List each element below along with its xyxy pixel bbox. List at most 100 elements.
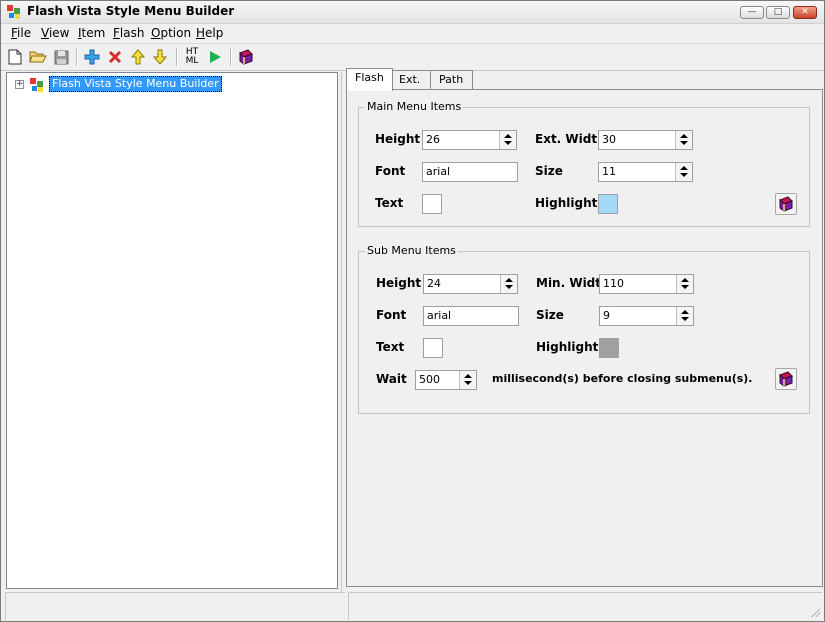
spin-down-icon bbox=[681, 285, 689, 289]
main-size-spinner[interactable]: 11 bbox=[598, 162, 693, 182]
main-height-spinner[interactable]: 26 bbox=[422, 130, 517, 150]
title-bar: Flash Vista Style Menu Builder — □ ✕ bbox=[1, 1, 824, 24]
window-title: Flash Vista Style Menu Builder bbox=[27, 4, 235, 18]
main-menu-help-button[interactable] bbox=[775, 193, 797, 215]
play-icon bbox=[210, 51, 221, 63]
spin-up-icon bbox=[505, 278, 513, 282]
wait-suffix-text: millisecond(s) before closing submenu(s)… bbox=[492, 372, 753, 385]
spin-up-icon bbox=[680, 134, 688, 138]
menu-help-label: elp bbox=[205, 26, 224, 40]
sub-text-color-swatch[interactable] bbox=[423, 338, 443, 358]
main-ext-width-spin-buttons[interactable] bbox=[675, 131, 692, 149]
sub-size-spinner[interactable]: 9 bbox=[599, 306, 694, 326]
main-height-spin-buttons[interactable] bbox=[499, 131, 516, 149]
wait-label: Wait bbox=[376, 372, 407, 386]
menu-flash-label: lash bbox=[119, 26, 145, 40]
add-plus-icon bbox=[84, 49, 100, 65]
sub-text-label: Text bbox=[376, 340, 405, 354]
menu-root-icon bbox=[30, 78, 43, 92]
close-button[interactable]: ✕ bbox=[793, 6, 817, 19]
sub-font-label: Font bbox=[376, 308, 407, 322]
resize-grip-icon[interactable] bbox=[810, 607, 820, 617]
delete-item-button[interactable] bbox=[105, 47, 125, 67]
sub-highlight-color-swatch[interactable] bbox=[599, 338, 619, 358]
sub-menu-help-button[interactable] bbox=[775, 368, 797, 390]
menu-bar: File View Item Flash Option Help bbox=[1, 24, 824, 42]
tab-ext[interactable]: Ext. bbox=[390, 70, 431, 90]
main-ext-width-value: 30 bbox=[602, 133, 616, 146]
help-book-button[interactable] bbox=[236, 47, 256, 67]
sub-size-value: 9 bbox=[603, 309, 610, 322]
main-text-color-swatch[interactable] bbox=[422, 194, 442, 214]
tree-root-node[interactable]: Flash Vista Style Menu Builder bbox=[49, 76, 222, 92]
sub-height-spin-buttons[interactable] bbox=[500, 275, 517, 293]
sub-height-label: Height bbox=[376, 276, 422, 290]
save-button[interactable] bbox=[51, 47, 71, 67]
wait-spinner[interactable]: 500 bbox=[415, 370, 477, 390]
help-book-icon bbox=[779, 371, 793, 387]
sub-height-spinner[interactable]: 24 bbox=[423, 274, 518, 294]
app-logo-icon bbox=[7, 5, 20, 19]
main-size-spin-buttons[interactable] bbox=[675, 163, 692, 181]
menu-view-label: iew bbox=[48, 26, 70, 40]
spin-up-icon bbox=[504, 134, 512, 138]
spin-up-icon bbox=[681, 278, 689, 282]
new-button[interactable] bbox=[5, 47, 25, 67]
open-folder-icon bbox=[29, 51, 47, 63]
toolbar: HT ML bbox=[1, 43, 824, 71]
menu-item[interactable]: Item bbox=[78, 26, 105, 40]
export-html-button[interactable]: HT ML bbox=[182, 47, 202, 67]
spin-up-icon bbox=[681, 310, 689, 314]
main-size-label: Size bbox=[535, 164, 563, 178]
spin-down-icon bbox=[680, 173, 688, 177]
menu-file[interactable]: File bbox=[11, 26, 31, 40]
menu-flash[interactable]: Flash bbox=[113, 26, 144, 40]
tree-expand-toggle[interactable]: + bbox=[15, 80, 24, 89]
menu-option[interactable]: Option bbox=[151, 26, 191, 40]
menu-view-accel: V bbox=[41, 26, 49, 40]
sub-min-width-spinner[interactable]: 110 bbox=[599, 274, 694, 294]
main-menu-group-title: Main Menu Items bbox=[365, 100, 464, 113]
menu-help-accel: H bbox=[196, 26, 206, 40]
status-bar bbox=[1, 592, 824, 621]
tab-path[interactable]: Path bbox=[430, 70, 473, 90]
main-menu-group: Main Menu Items Height 26 Ext. Width 30 … bbox=[358, 100, 810, 227]
spin-down-icon bbox=[504, 141, 512, 145]
main-ext-width-spinner[interactable]: 30 bbox=[598, 130, 693, 150]
sub-highlight-label: Highlight bbox=[536, 340, 599, 354]
toolbar-separator bbox=[176, 48, 178, 66]
menu-flash-accel: F bbox=[113, 26, 120, 40]
app-window: Flash Vista Style Menu Builder — □ ✕ Fil… bbox=[0, 0, 825, 622]
menu-help[interactable]: Help bbox=[196, 26, 223, 40]
help-book-icon bbox=[779, 196, 793, 212]
main-highlight-color-swatch[interactable] bbox=[598, 194, 618, 214]
move-up-button[interactable] bbox=[128, 47, 148, 67]
maximize-button[interactable]: □ bbox=[766, 6, 790, 19]
preview-button[interactable] bbox=[205, 47, 225, 67]
toolbar-separator bbox=[76, 48, 78, 66]
sub-menu-group: Sub Menu Items Height 24 Min. Width 110 … bbox=[358, 244, 810, 414]
main-height-value: 26 bbox=[426, 133, 440, 146]
menu-tree[interactable]: + Flash Vista Style Menu Builder bbox=[6, 72, 338, 589]
move-down-button[interactable] bbox=[150, 47, 170, 67]
spin-down-icon bbox=[680, 141, 688, 145]
menu-view[interactable]: View bbox=[41, 26, 69, 40]
spin-down-icon bbox=[464, 381, 472, 385]
main-height-label: Height bbox=[375, 132, 421, 146]
main-ext-width-label: Ext. Width bbox=[535, 132, 606, 146]
spin-down-icon bbox=[505, 285, 513, 289]
tab-flash[interactable]: Flash bbox=[346, 68, 393, 91]
sub-font-input[interactable]: arial bbox=[423, 306, 519, 326]
open-button[interactable] bbox=[28, 47, 48, 67]
add-item-button[interactable] bbox=[82, 47, 102, 67]
sub-min-width-spin-buttons[interactable] bbox=[676, 275, 693, 293]
spin-up-icon bbox=[680, 166, 688, 170]
toolbar-separator bbox=[230, 48, 232, 66]
main-font-input[interactable]: arial bbox=[422, 162, 518, 182]
sub-size-label: Size bbox=[536, 308, 564, 322]
minimize-button[interactable]: — bbox=[740, 6, 764, 19]
sub-size-spin-buttons[interactable] bbox=[676, 307, 693, 325]
wait-spin-buttons[interactable] bbox=[459, 371, 476, 389]
save-disk-icon bbox=[54, 50, 68, 64]
flash-tab-page: Main Menu Items Height 26 Ext. Width 30 … bbox=[346, 89, 823, 587]
